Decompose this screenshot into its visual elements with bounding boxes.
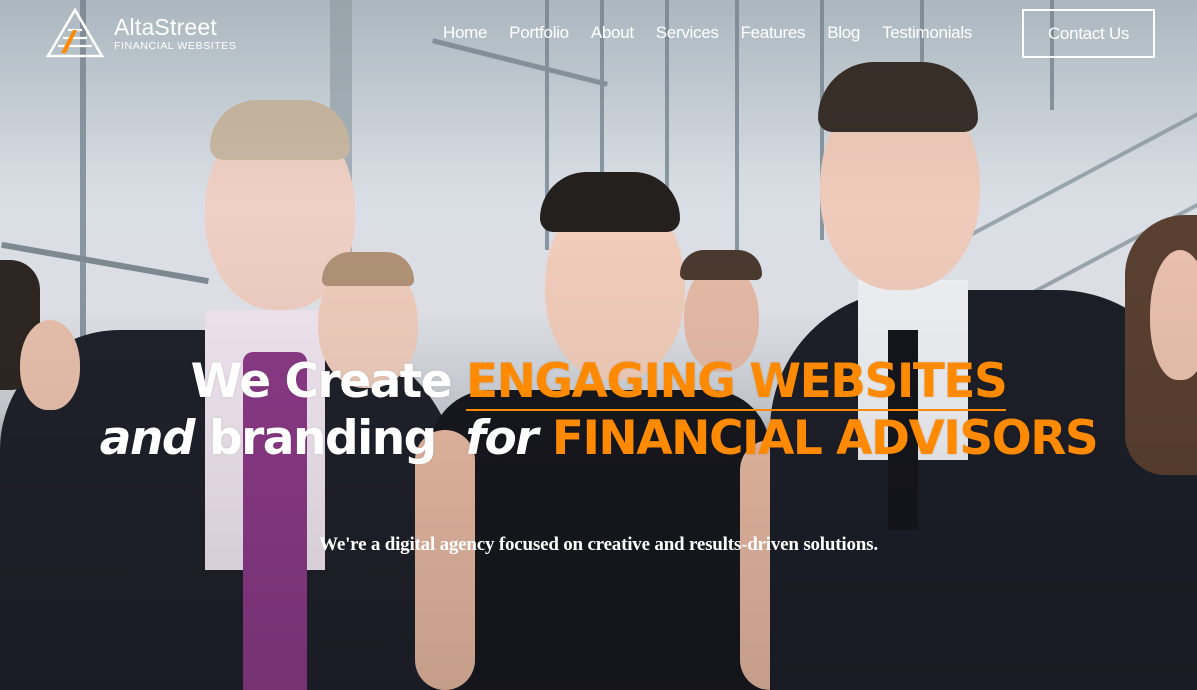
site-header: AltaStreet FINANCIAL WEBSITES Home Portf…: [0, 0, 1197, 68]
nav-features[interactable]: Features: [741, 23, 806, 43]
nav-blog[interactable]: Blog: [827, 23, 860, 43]
headline-for: for: [465, 411, 539, 466]
headline-we-create: We Create: [190, 354, 453, 409]
nav-services[interactable]: Services: [656, 23, 719, 43]
hero-headline-line1: We Create ENGAGING WEBSITES: [0, 354, 1197, 411]
headline-engaging-websites-link[interactable]: ENGAGING WEBSITES: [466, 354, 1008, 411]
nav-portfolio[interactable]: Portfolio: [509, 23, 569, 43]
nav-testimonials[interactable]: Testimonials: [882, 23, 972, 43]
brand-name: AltaStreet: [114, 13, 217, 40]
contact-us-button[interactable]: Contact Us: [1022, 9, 1155, 58]
logo-text: AltaStreet FINANCIAL WEBSITES: [114, 15, 236, 52]
hero-headline-line2: and branding for FINANCIAL ADVISORS: [0, 411, 1197, 466]
triangle-a-logo-icon: [46, 8, 104, 58]
hero-background-image: [0, 0, 1197, 690]
nav-home[interactable]: Home: [443, 23, 487, 43]
main-nav: Home Portfolio About Services Features B…: [443, 9, 972, 57]
brand-tagline: FINANCIAL WEBSITES: [114, 39, 237, 52]
headline-and: and: [99, 411, 196, 466]
headline-branding: branding: [208, 411, 437, 466]
logo-link[interactable]: AltaStreet FINANCIAL WEBSITES: [46, 8, 236, 58]
nav-about[interactable]: About: [591, 23, 634, 43]
headline-financial-advisors: FINANCIAL ADVISORS: [551, 411, 1099, 466]
hero-subtitle: We're a digital agency focused on creati…: [319, 534, 878, 555]
